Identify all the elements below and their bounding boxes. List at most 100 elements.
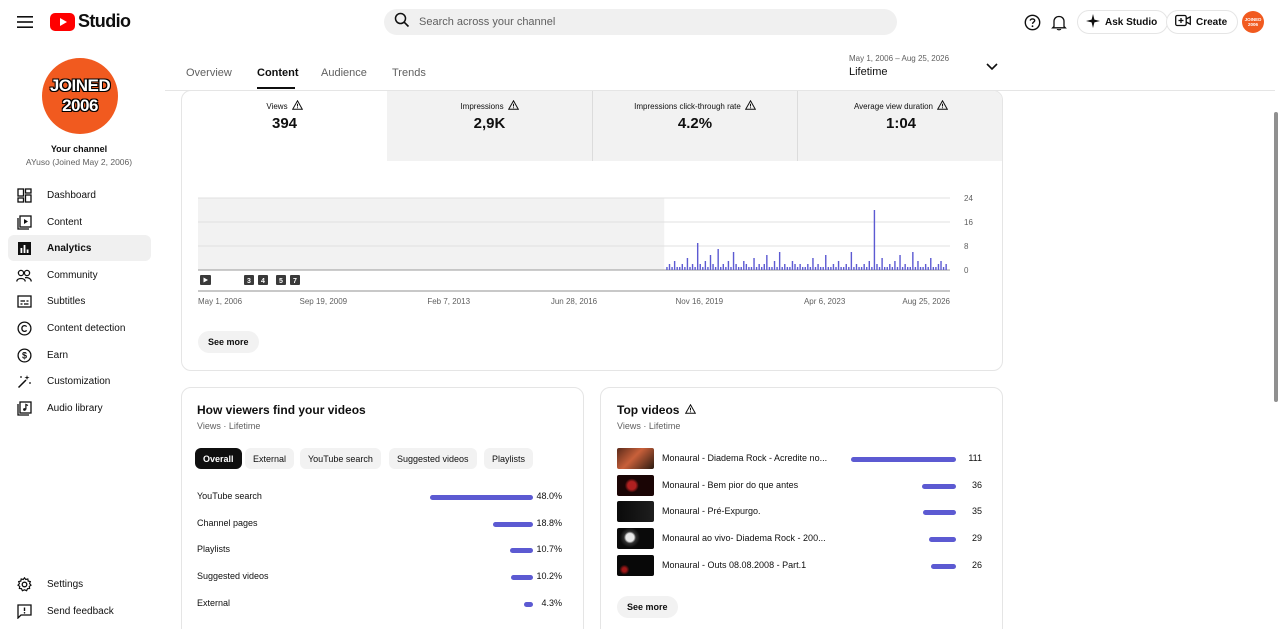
magic-wand-icon xyxy=(16,373,32,389)
chevron-down-icon[interactable] xyxy=(984,60,1000,74)
sidebar-item-customization[interactable]: Customization xyxy=(8,368,151,394)
video-thumbnail[interactable] xyxy=(617,448,654,469)
chart-bar xyxy=(822,267,824,270)
sidebar-item-content-detection[interactable]: Content detection xyxy=(8,315,151,341)
chart-bar xyxy=(945,264,947,270)
metric-avg-duration-tab[interactable]: Average view duration 1:04 xyxy=(798,91,1002,161)
traffic-source-row[interactable]: Channel pages 18.8% xyxy=(197,518,562,532)
chart-bar xyxy=(704,261,707,270)
top-videos-see-more-button[interactable]: See more xyxy=(617,596,678,618)
chart-bar xyxy=(930,258,932,270)
chart-bar xyxy=(922,267,924,270)
video-views: 111 xyxy=(968,453,982,463)
search-bar[interactable] xyxy=(384,9,897,35)
channel-avatar[interactable]: JOINED 2006 xyxy=(42,58,118,134)
top-video-row[interactable]: Monaural - Outs 08.08.2008 - Part.1 26 xyxy=(617,554,982,577)
top-video-row[interactable]: Monaural - Diadema Rock - Acredite no...… xyxy=(617,448,982,470)
video-thumbnail[interactable] xyxy=(617,474,654,496)
chart-bar xyxy=(758,264,760,270)
sidebar-item-earn[interactable]: $ Earn xyxy=(8,342,151,368)
video-views-bar xyxy=(931,563,956,569)
chart-bar xyxy=(807,264,809,270)
sidebar-item-community[interactable]: Community xyxy=(8,262,151,288)
menu-icon[interactable] xyxy=(14,12,36,32)
chip-playlists[interactable]: Playlists xyxy=(484,448,534,469)
sidebar-item-audio-library[interactable]: Audio library xyxy=(8,395,151,421)
chart-bar xyxy=(886,267,888,270)
traffic-source-row[interactable]: Playlists 10.7% xyxy=(197,544,562,558)
chart-y-tick-label: 24 xyxy=(964,194,973,203)
sidebar-item-label: Content xyxy=(47,216,83,228)
video-thumbnail[interactable] xyxy=(617,501,654,523)
video-thumbnail[interactable] xyxy=(617,528,654,550)
chart-bar xyxy=(694,267,696,270)
top-videos-title: Top videos xyxy=(617,403,697,417)
chip-overall[interactable]: Overall xyxy=(195,448,242,469)
chart-x-tick-label: Sep 19, 2009 xyxy=(300,297,348,306)
traffic-source-row[interactable]: External 4.3% xyxy=(197,598,562,612)
traffic-source-label: Suggested videos xyxy=(197,571,269,582)
tab-trends[interactable]: Trends xyxy=(392,67,426,79)
video-title[interactable]: Monaural - Outs 08.08.2008 - Part.1 xyxy=(662,560,806,570)
date-range-text: May 1, 2006 – Aug 25, 2026 xyxy=(849,54,950,63)
page-scrollbar[interactable] xyxy=(1274,112,1278,402)
chart-bar xyxy=(894,261,896,270)
sidebar-item-label: Subtitles xyxy=(47,295,86,307)
chart-bar xyxy=(827,267,830,270)
tab-content[interactable]: Content xyxy=(257,67,299,79)
top-video-row[interactable]: Monaural - Bem pior do que antes 36 xyxy=(617,474,982,497)
video-title[interactable]: Monaural - Bem pior do que antes xyxy=(662,480,798,490)
sidebar-item-dashboard[interactable]: Dashboard xyxy=(8,182,151,208)
studio-logo[interactable]: Studio xyxy=(50,11,131,32)
chart-x-tick-label: May 1, 2006 xyxy=(198,297,243,306)
chip-suggested-videos[interactable]: Suggested videos xyxy=(389,448,477,469)
chart-x-tick-label: Aug 25, 2026 xyxy=(902,297,950,306)
create-button[interactable]: Create xyxy=(1166,10,1239,34)
traffic-source-row[interactable]: YouTube search 48.0% xyxy=(197,491,562,505)
chart-bar xyxy=(786,267,789,270)
video-title[interactable]: Monaural ao vivo- Diadema Rock - 200... xyxy=(662,533,826,543)
metric-impressions-tab[interactable]: Impressions 2,9K xyxy=(387,91,593,161)
video-views: 35 xyxy=(971,506,982,517)
chart-see-more-button[interactable]: See more xyxy=(198,331,259,353)
metric-label: Impressions xyxy=(460,101,504,111)
date-period-label[interactable]: Lifetime xyxy=(849,66,888,78)
chip-youtube-search[interactable]: YouTube search xyxy=(300,448,381,469)
bell-icon[interactable] xyxy=(1050,13,1068,31)
video-title[interactable]: Monaural - Pré-Expurgo. xyxy=(662,506,761,516)
traffic-source-row[interactable]: Suggested videos 10.2% xyxy=(197,571,562,585)
copyright-icon xyxy=(16,320,32,336)
top-video-row[interactable]: Monaural ao vivo- Diadema Rock - 200... 2… xyxy=(617,528,982,550)
chart-bar xyxy=(881,258,883,270)
sidebar-item-analytics[interactable]: Analytics xyxy=(8,235,151,261)
sidebar-item-settings[interactable]: Settings xyxy=(8,571,151,597)
chart-bar xyxy=(679,267,681,270)
chart-bar xyxy=(709,255,712,270)
ask-studio-button[interactable]: Ask Studio xyxy=(1077,10,1169,34)
chart-bar xyxy=(753,258,755,270)
chip-external[interactable]: External xyxy=(245,448,295,469)
sidebar-item-label: Settings xyxy=(47,578,84,590)
traffic-source-label: YouTube search xyxy=(197,491,262,501)
video-thumbnail[interactable] xyxy=(617,554,654,576)
metric-views-tab[interactable]: Views 394 xyxy=(182,91,387,161)
channel-name: AYuso (Joined May 2, 2006) xyxy=(25,157,133,167)
chart-x-tick-label: Jun 28, 2016 xyxy=(551,297,598,306)
sidebar-item-subtitles[interactable]: Subtitles xyxy=(8,288,151,314)
search-input[interactable] xyxy=(419,16,859,28)
studio-app: Studio Ask Studio Create JOINED 2006 xyxy=(0,0,1280,629)
chart-bar xyxy=(681,264,684,270)
account-avatar[interactable]: JOINED 2006 xyxy=(1242,11,1264,33)
traffic-source-bar xyxy=(510,548,533,554)
sidebar-item-content[interactable]: Content xyxy=(8,209,151,235)
top-video-row[interactable]: Monaural - Pré-Expurgo. 35 xyxy=(617,501,982,523)
chart-bar xyxy=(796,267,799,270)
metric-ctr-tab[interactable]: Impressions click-through rate 4.2% xyxy=(593,91,798,161)
chart-bar xyxy=(835,267,837,270)
help-icon[interactable] xyxy=(1023,13,1041,31)
tab-overview[interactable]: Overview xyxy=(186,67,232,79)
sidebar-item-send-feedback[interactable]: Send feedback xyxy=(8,598,151,624)
tab-audience[interactable]: Audience xyxy=(321,67,367,79)
video-title[interactable]: Monaural - Diadema Rock - Acredite no... xyxy=(662,453,827,463)
chart-x-tick-label: Apr 6, 2023 xyxy=(804,297,846,306)
